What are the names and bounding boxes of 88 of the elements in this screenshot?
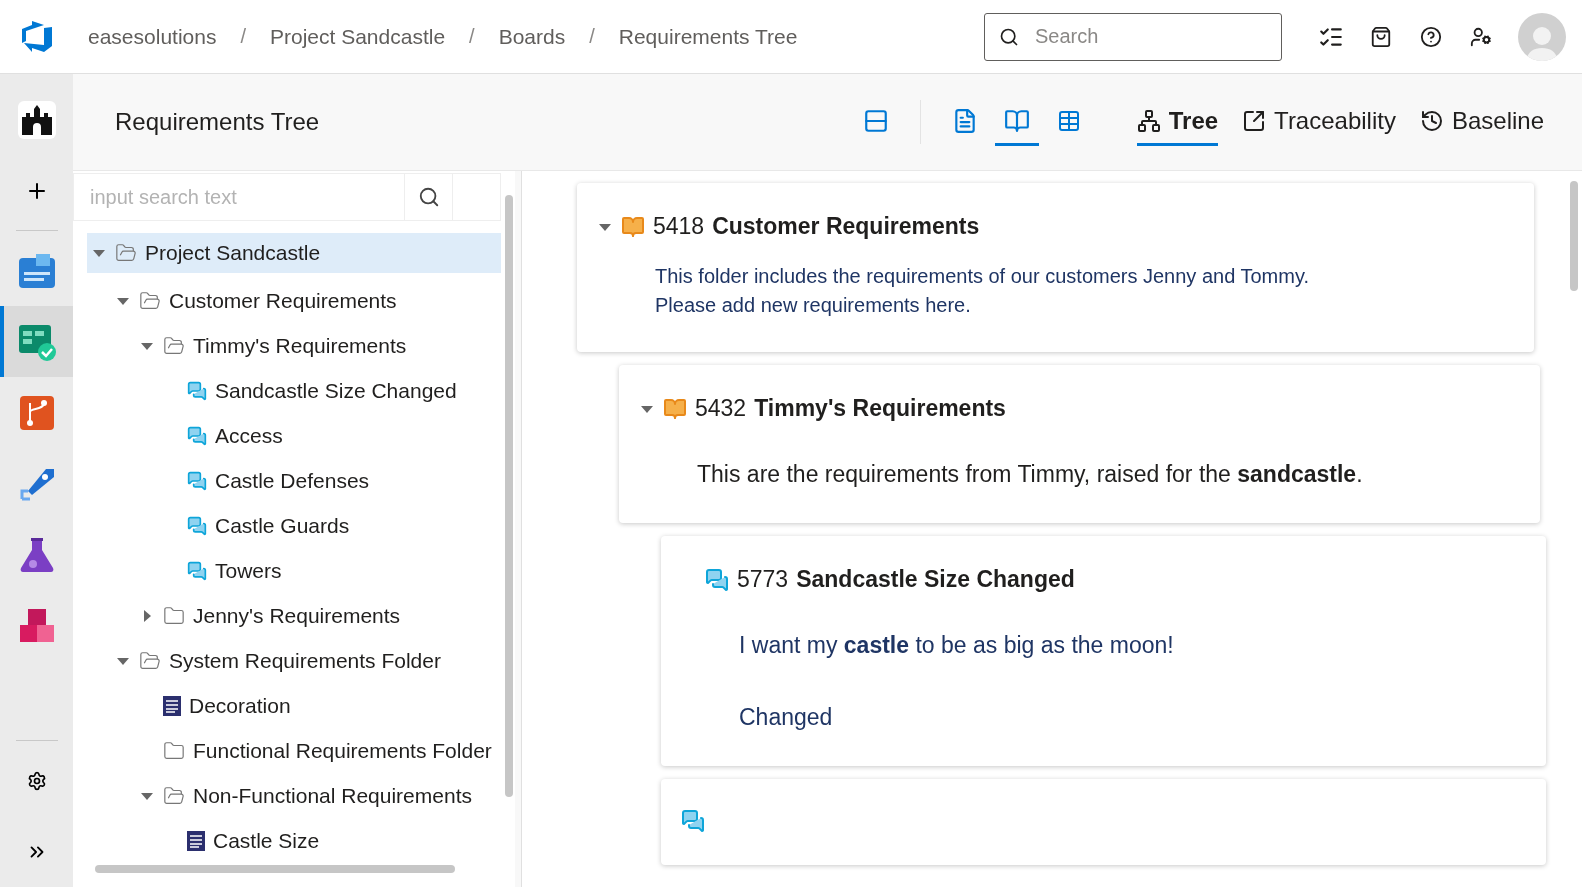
- book-icon: [1003, 107, 1030, 134]
- document-icon: [163, 695, 181, 716]
- tree-item[interactable]: Towers: [87, 549, 499, 592]
- rows-icon: [862, 107, 889, 134]
- tree-item-label: Non-Functional Requirements: [193, 783, 472, 808]
- folder-icon: [163, 334, 185, 357]
- bag-icon: [1370, 25, 1392, 48]
- tree-item[interactable]: Castle Size: [87, 819, 499, 862]
- description-text: Changed: [739, 702, 834, 732]
- breadcrumb-separator: /: [589, 25, 595, 48]
- table-icon: [1056, 108, 1081, 133]
- card-title: Customer Requirements: [712, 213, 980, 240]
- castle-icon: [17, 100, 56, 139]
- description-text: I want my castle to be as big as the moon!: [739, 631, 1175, 661]
- page-title: Requirements Tree: [115, 108, 321, 136]
- view-tab[interactable]: Traceability: [1242, 98, 1396, 146]
- folder-icon: [163, 739, 185, 762]
- tree-item-label: Functional Requirements Folder: [193, 738, 492, 763]
- search-icon: [417, 186, 440, 208]
- card-title: Timmy's Requirements: [754, 395, 1006, 422]
- folder-icon: [163, 784, 185, 807]
- search-field[interactable]: Search: [984, 12, 1282, 61]
- overview-icon: [17, 251, 56, 290]
- repos-icon: [17, 393, 56, 432]
- search-icon: [999, 26, 1019, 47]
- tree-icon: [1136, 108, 1161, 133]
- tree-item-label: Decoration: [189, 693, 291, 718]
- horizontal-scrollbar[interactable]: [95, 865, 455, 873]
- document-icon: [187, 830, 205, 851]
- folder-icon: [139, 649, 161, 672]
- description-text: This folder includes the requirements of our customers Jenny and Tommy.: [655, 264, 1310, 289]
- tree-item-label: System Requirements Folder: [169, 648, 441, 673]
- folder-icon: [163, 604, 185, 627]
- tree-item-label: Sandcastle Size Changed: [215, 378, 457, 403]
- speech-bubbles-icon: [681, 809, 705, 834]
- scrollbar[interactable]: [1570, 181, 1578, 291]
- breadcrumb-separator: /: [469, 25, 475, 48]
- item-id: 5773: [737, 566, 789, 594]
- folder-icon: [115, 242, 137, 264]
- description-text: Please add new requirements here.: [655, 293, 972, 318]
- tree-item[interactable]: Timmy's Requirements: [87, 324, 499, 367]
- tree-item-label: Castle Size: [213, 828, 320, 853]
- tree-item[interactable]: Non-Functional Requirements: [87, 774, 499, 817]
- breadcrumb-separator: /: [240, 25, 246, 48]
- view-tab[interactable]: Tree: [1136, 98, 1219, 146]
- breadcrumb-link[interactable]: easesolutions: [88, 24, 217, 49]
- speech-bubbles-icon: [705, 567, 729, 592]
- tree-item[interactable]: Castle Guards: [87, 504, 499, 547]
- speech-bubbles-icon: [187, 380, 207, 401]
- tree-item-label: Project Sandcastle: [145, 241, 321, 265]
- folder-icon: [139, 289, 161, 312]
- item-id: 5418: [653, 213, 705, 240]
- tree-item[interactable]: Castle Defenses: [87, 459, 499, 502]
- tree-item-label: Towers: [215, 558, 282, 583]
- speech-bubbles-icon: [187, 425, 207, 446]
- book-icon: [663, 396, 687, 421]
- card-title: Sandcastle Size Changed: [796, 566, 1075, 594]
- item-id: 5432: [695, 395, 747, 422]
- tree-item[interactable]: Decoration: [87, 684, 499, 727]
- tree-item[interactable]: Functional Requirements Folder: [87, 729, 499, 772]
- tree-item[interactable]: Project Sandcastle: [87, 233, 501, 273]
- speech-bubbles-icon: [187, 515, 207, 536]
- breadcrumb-link[interactable]: Project Sandcastle: [270, 24, 446, 49]
- tree-item[interactable]: Customer Requirements: [87, 279, 499, 322]
- help-icon: [1420, 25, 1442, 48]
- speech-bubbles-icon: [187, 560, 207, 581]
- tree-item-label: Jenny's Requirements: [193, 603, 401, 628]
- breadcrumb-link[interactable]: Requirements Tree: [618, 24, 798, 49]
- tree-item-label: Castle Guards: [215, 513, 350, 538]
- tree-item[interactable]: Access: [87, 414, 499, 457]
- tree-item[interactable]: Sandcastle Size Changed: [87, 369, 499, 412]
- book-icon: [621, 214, 645, 239]
- history-icon: [1419, 108, 1444, 133]
- azure-devops-logo[interactable]: [20, 20, 54, 53]
- description-text: This are the requirements from Timmy, raised for the sandcastle.: [697, 460, 1364, 489]
- breadcrumb-link[interactable]: Boards: [498, 24, 566, 49]
- view-tab[interactable]: Baseline: [1419, 98, 1544, 146]
- tree-item[interactable]: Jenny's Requirements: [87, 594, 499, 637]
- tree-search-box[interactable]: input search text: [73, 173, 501, 221]
- speech-bubbles-icon: [187, 470, 207, 491]
- tree-item-label: Timmy's Requirements: [193, 333, 407, 358]
- tree-item-label: Customer Requirements: [169, 288, 397, 313]
- user-gear-icon: [1470, 25, 1492, 48]
- tree-item-label: Access: [215, 423, 283, 448]
- tree-item[interactable]: System Requirements Folder: [87, 639, 499, 682]
- settings-icon: [26, 770, 47, 791]
- tree-item-label: Castle Defenses: [215, 468, 370, 493]
- packages-icon: [17, 606, 56, 645]
